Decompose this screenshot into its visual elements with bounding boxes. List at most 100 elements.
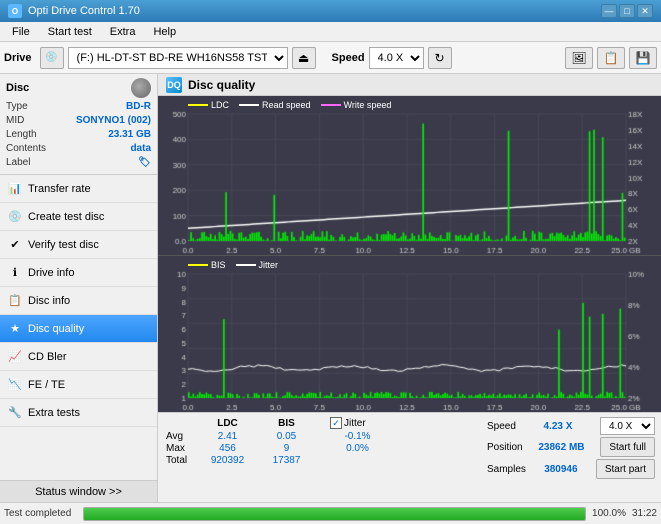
nav-drive-info-label: Drive info <box>28 267 74 279</box>
minimize-button[interactable]: — <box>601 4 617 18</box>
title-bar: O Opti Drive Control 1.70 — □ ✕ <box>0 0 661 22</box>
status-window-button[interactable]: Status window >> <box>0 480 157 502</box>
disc-info-icon: 📋 <box>8 294 22 308</box>
disc-length-key: Length <box>6 128 37 142</box>
nav-drive-info[interactable]: ℹ Drive info <box>0 259 157 287</box>
title-bar-left: O Opti Drive Control 1.70 <box>8 4 140 18</box>
legend-bis: BIS <box>188 260 226 270</box>
position-label: Position <box>487 442 523 453</box>
legend-read-speed: Read speed <box>239 100 311 110</box>
disc-type-val: BD-R <box>126 100 151 114</box>
legend-bis-label: BIS <box>211 260 226 270</box>
extra-tests-icon: 🔧 <box>8 406 22 420</box>
jitter-checkbox[interactable]: ✓ <box>330 417 342 429</box>
nav-disc-quality-label: Disc quality <box>28 323 84 335</box>
right-stats: Speed 4.23 X 4.0 X Position 23862 MB Sta… <box>481 413 661 502</box>
top-chart: LDC Read speed Write speed <box>158 96 661 256</box>
nav-disc-info-label: Disc info <box>28 295 70 307</box>
disc-section-title: Disc <box>6 82 29 94</box>
disc-label-key: Label <box>6 156 30 170</box>
disc-mid-row: MID SONYNO1 (002) <box>6 114 151 128</box>
col-header-ldc: LDC <box>200 418 255 429</box>
disc-contents-row: Contents data <box>6 142 151 156</box>
nav-extra-tests[interactable]: 🔧 Extra tests <box>0 399 157 427</box>
nav-transfer-rate-label: Transfer rate <box>28 183 91 195</box>
nav-cd-bler[interactable]: 📈 CD Bler <box>0 343 157 371</box>
samples-row: Samples 380946 Start part <box>487 459 655 479</box>
nav-verify-test-disc-label: Verify test disc <box>28 239 99 251</box>
nav-disc-quality[interactable]: ★ Disc quality <box>0 315 157 343</box>
eject-button[interactable]: ⏏ <box>292 47 316 69</box>
nav-create-test-disc[interactable]: 💿 Create test disc <box>0 203 157 231</box>
max-ldc: 456 <box>200 443 255 454</box>
menu-extra[interactable]: Extra <box>102 24 144 40</box>
toolbar: Drive 💿 (F:) HL-DT-ST BD-RE WH16NS58 TST… <box>0 42 661 74</box>
legend-ldc-label: LDC <box>211 100 229 110</box>
ldc-color <box>188 104 208 106</box>
disc-icon <box>131 78 151 98</box>
avg-label: Avg <box>166 431 196 442</box>
stats-table: LDC BIS ✓ Jitter Avg 2.41 0.05 -0.1% <box>158 413 481 502</box>
nav-cd-bler-label: CD Bler <box>28 351 67 363</box>
top-chart-legend: LDC Read speed Write speed <box>188 100 391 110</box>
menu-help[interactable]: Help <box>145 24 184 40</box>
nav-transfer-rate[interactable]: 📊 Transfer rate <box>0 175 157 203</box>
verify-test-disc-icon: ✔ <box>8 238 22 252</box>
progress-bar-fill <box>84 508 585 520</box>
avg-ldc: 2.41 <box>200 431 255 442</box>
speed-label: Speed <box>332 52 365 64</box>
save-button[interactable]: 💾 <box>629 47 657 69</box>
disc-quality-icon: ★ <box>8 322 22 336</box>
nav-fe-te-label: FE / TE <box>28 379 65 391</box>
maximize-button[interactable]: □ <box>619 4 635 18</box>
drive-select[interactable]: (F:) HL-DT-ST BD-RE WH16NS58 TST4 <box>68 47 288 69</box>
bis-color <box>188 264 208 266</box>
title-bar-controls[interactable]: — □ ✕ <box>601 4 653 18</box>
drive-icon: 💿 <box>40 47 64 69</box>
cd-bler-icon: 📈 <box>8 350 22 364</box>
fe-te-icon: 📉 <box>8 378 22 392</box>
content-area: DQ Disc quality LDC Read speed <box>158 74 661 502</box>
start-full-button[interactable]: Start full <box>600 437 655 457</box>
bottom-chart-legend: BIS Jitter <box>188 260 278 270</box>
start-part-button[interactable]: Start part <box>596 459 655 479</box>
speed-row: Speed 4.23 X 4.0 X <box>487 417 655 435</box>
create-test-disc-icon: 💿 <box>8 210 22 224</box>
disc-quality-header: DQ Disc quality <box>158 74 661 96</box>
jitter-checkbox-row[interactable]: ✓ Jitter <box>330 417 366 429</box>
menu-file[interactable]: File <box>4 24 38 40</box>
menu-bar: File Start test Extra Help <box>0 22 661 42</box>
refresh-button[interactable]: ↻ <box>428 47 452 69</box>
write-speed-color <box>321 104 341 106</box>
jitter-color <box>236 264 256 266</box>
col-header-bis: BIS <box>259 418 314 429</box>
drive-label: Drive <box>4 52 32 64</box>
nav-verify-test-disc[interactable]: ✔ Verify test disc <box>0 231 157 259</box>
drive-info-icon: ℹ <box>8 266 22 280</box>
nav-create-test-disc-label: Create test disc <box>28 211 104 223</box>
progress-time: 31:22 <box>632 508 657 519</box>
speed-stat-select[interactable]: 4.0 X <box>600 417 655 435</box>
disc-panel: Disc Type BD-R MID SONYNO1 (002) Length … <box>0 74 157 175</box>
app-title: Opti Drive Control 1.70 <box>28 5 140 17</box>
disc-header: Disc <box>6 78 151 98</box>
close-button[interactable]: ✕ <box>637 4 653 18</box>
status-window-label: Status window >> <box>35 486 122 498</box>
read-speed-color <box>239 104 259 106</box>
menu-start-test[interactable]: Start test <box>40 24 100 40</box>
speed-select[interactable]: 4.0 X Max 8.0 X <box>369 47 424 69</box>
progress-bar-container: Test completed 100.0% 31:22 <box>0 502 661 524</box>
total-ldc: 920392 <box>200 455 255 466</box>
nav-extra-tests-label: Extra tests <box>28 407 80 419</box>
legend-jitter: Jitter <box>236 260 279 270</box>
bottom-chart-canvas <box>158 256 661 412</box>
transfer-rate-icon: 📊 <box>8 182 22 196</box>
main-layout: Disc Type BD-R MID SONYNO1 (002) Length … <box>0 74 661 502</box>
max-label: Max <box>166 443 196 454</box>
button1[interactable]: 🖼 <box>565 47 593 69</box>
button2[interactable]: 📋 <box>597 47 625 69</box>
samples-label: Samples <box>487 464 526 475</box>
nav-fe-te[interactable]: 📉 FE / TE <box>0 371 157 399</box>
nav-disc-info[interactable]: 📋 Disc info <box>0 287 157 315</box>
legend-ldc: LDC <box>188 100 229 110</box>
